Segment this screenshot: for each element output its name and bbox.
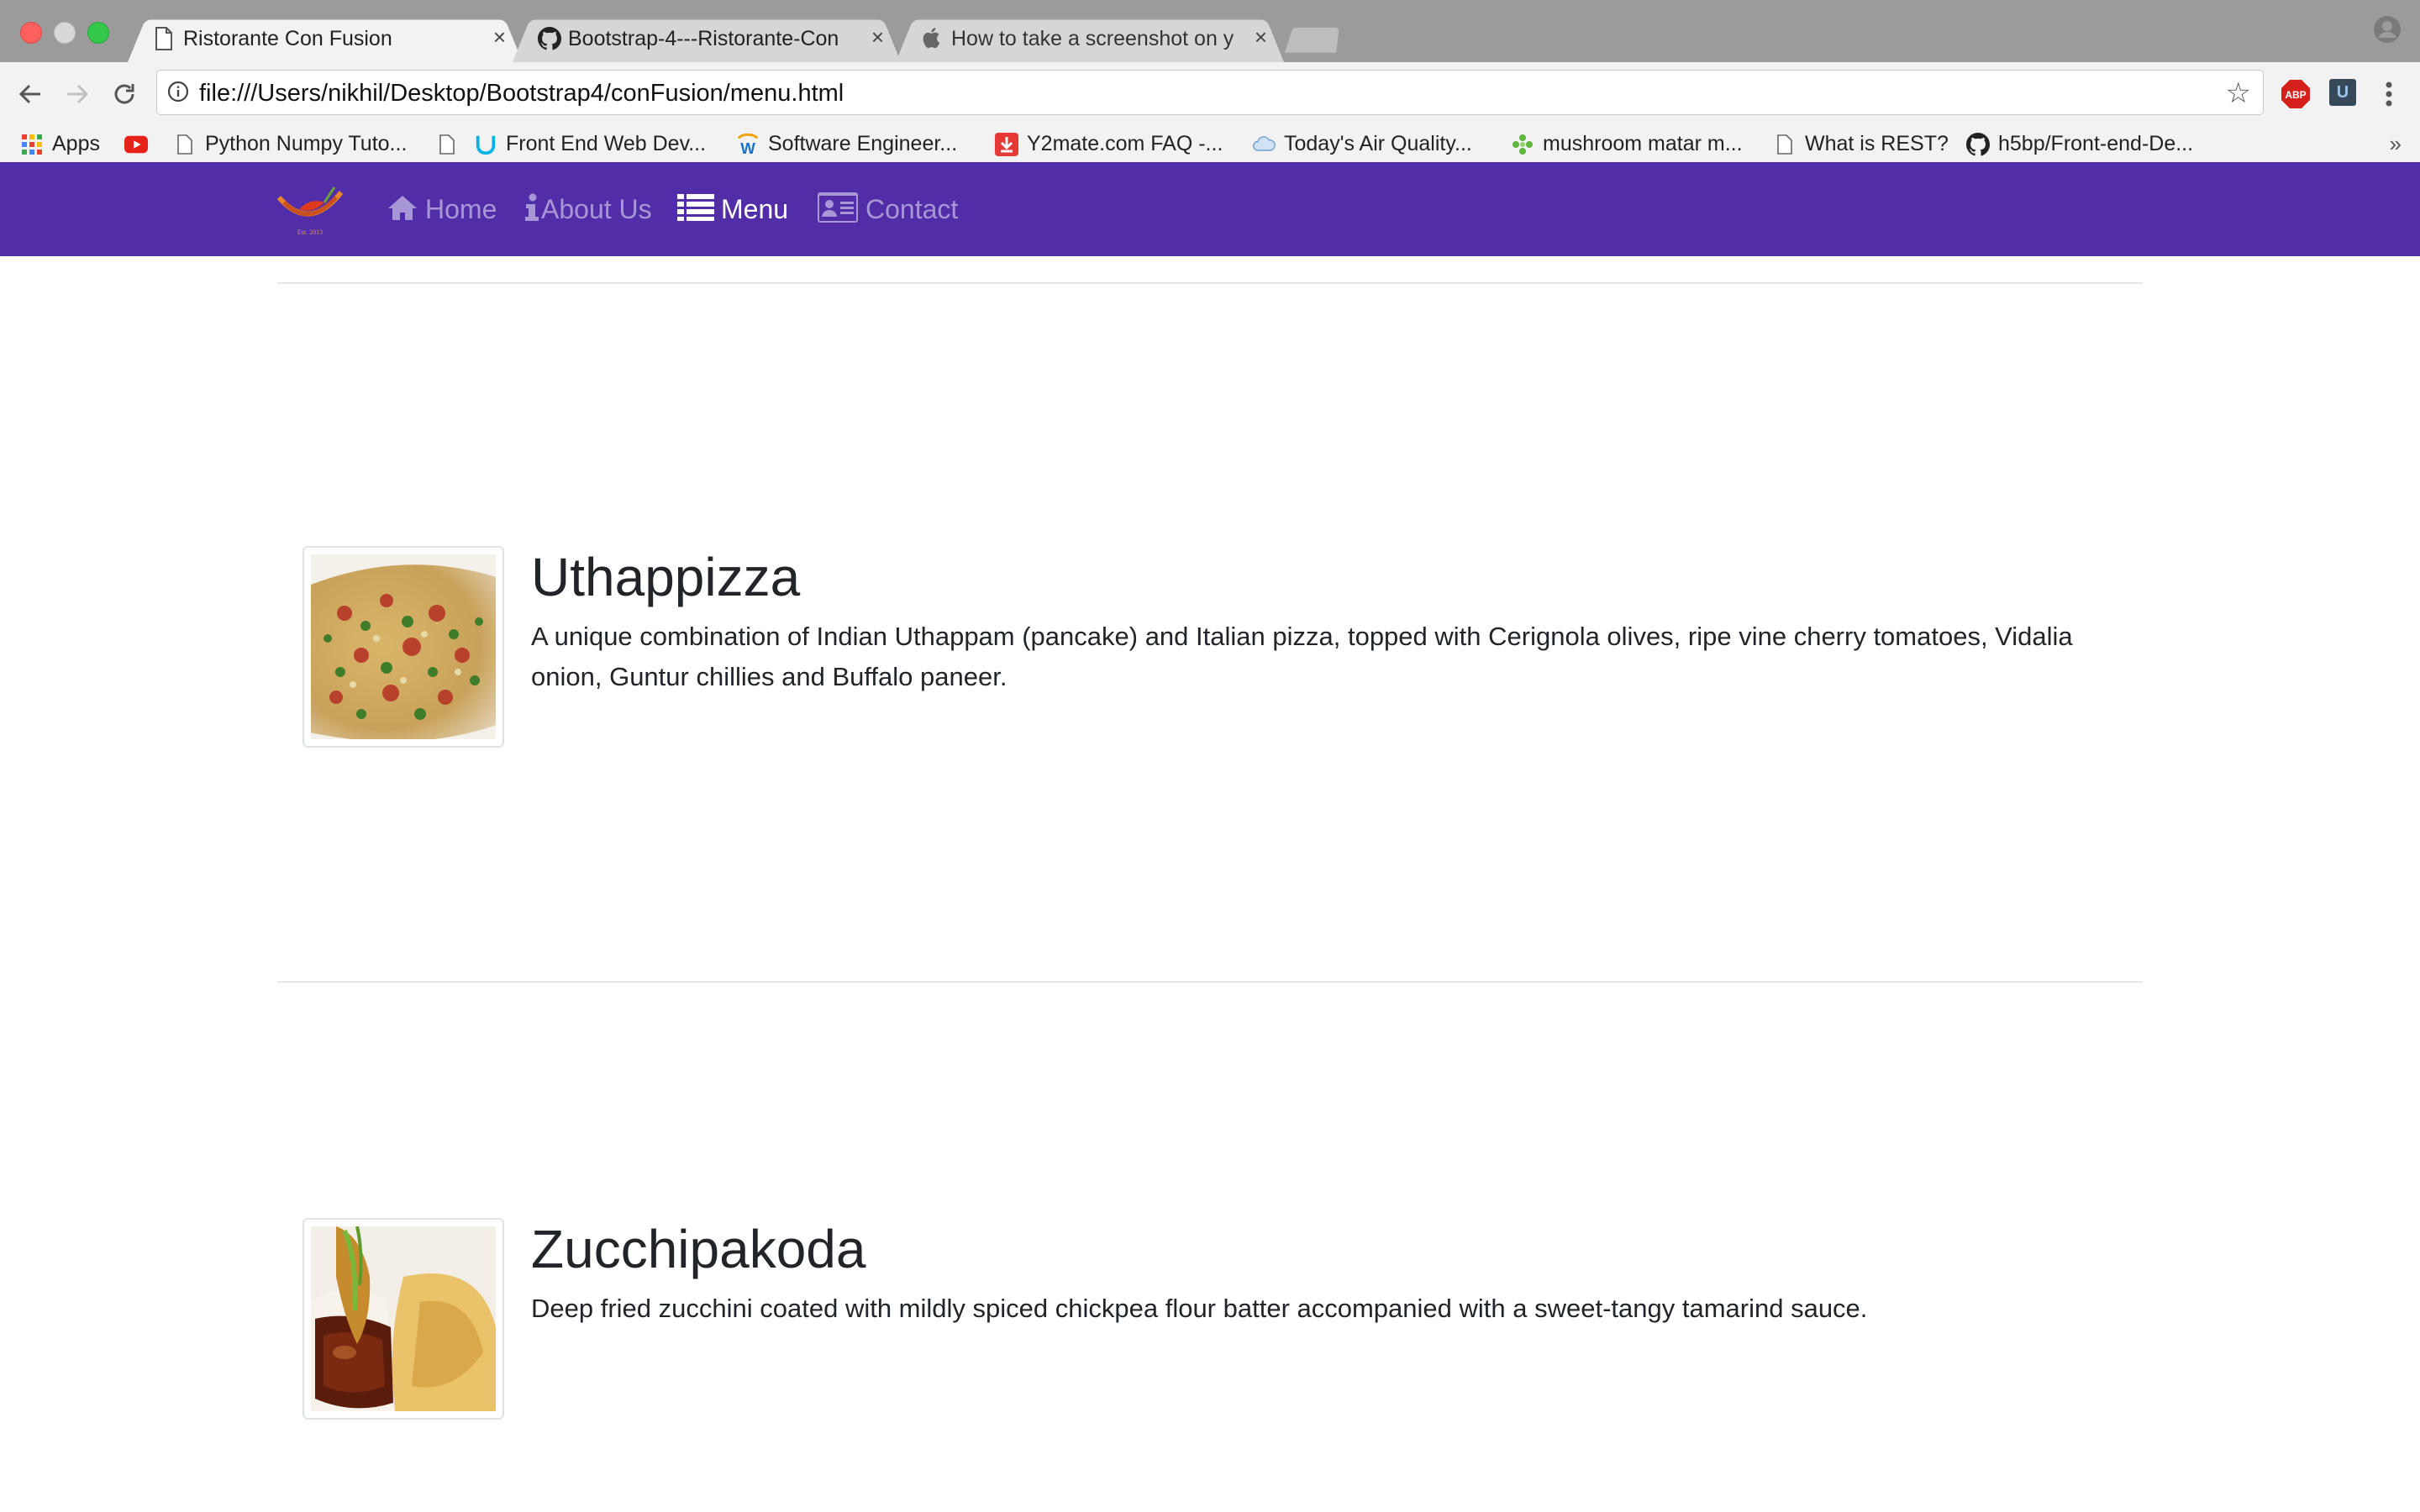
chrome-menu-icon[interactable] — [2378, 77, 2400, 111]
address-card-icon — [817, 192, 859, 228]
bookmark-label: Python Numpy Tuto... — [205, 132, 408, 155]
nav-label: About Us — [541, 194, 652, 224]
menu-item: Zucchipakoda Deep fried zucchini coated … — [302, 1218, 2151, 1436]
w-logo-icon: W — [736, 133, 760, 156]
github-icon — [1966, 132, 1990, 156]
info-circle-icon[interactable] — [167, 81, 189, 102]
reload-icon[interactable] — [106, 76, 143, 113]
info-icon — [524, 193, 539, 226]
apple-icon — [921, 27, 943, 50]
zucchini-fritter-image — [302, 1218, 504, 1420]
bookmark-item[interactable]: Python Numpy Tuto... — [173, 126, 407, 162]
tab-title: Bootstrap-4---Ristorante-Con — [568, 27, 839, 50]
leaf-icon — [1511, 133, 1534, 156]
back-arrow-icon[interactable] — [12, 76, 49, 113]
nav-contact[interactable]: Contact — [817, 162, 958, 256]
bookmark-label: Y2mate.com FAQ -... — [1027, 132, 1223, 155]
logo-caption: Est. 2013 — [297, 228, 323, 236]
page-icon — [1773, 133, 1797, 156]
nav-label: Home — [425, 194, 497, 224]
bookmark-label: Today's Air Quality... — [1284, 132, 1472, 155]
url-text[interactable]: file:///Users/nikhil/Desktop/Bootstrap4/… — [199, 79, 844, 108]
nav-about-us[interactable]: About Us — [524, 162, 652, 256]
nav-label: Menu — [721, 194, 789, 224]
extension-icon[interactable]: U — [2329, 79, 2356, 106]
dish-description: A unique combination of Indian Uthappam … — [531, 622, 2073, 691]
nav-home[interactable]: Home — [387, 162, 497, 256]
window-close-button[interactable] — [20, 22, 42, 44]
forward-arrow-icon[interactable] — [59, 76, 96, 113]
browser-toolbar: file:///Users/nikhil/Desktop/Bootstrap4/… — [0, 62, 2420, 126]
bookmarks-overflow-icon[interactable]: » — [2390, 131, 2402, 157]
bookmark-item[interactable] — [435, 126, 467, 162]
youtube-icon — [124, 133, 148, 156]
bookmark-label: What is REST? — [1805, 132, 1949, 155]
window-maximize-button[interactable] — [87, 22, 109, 44]
bookmark-label: mushroom matar m... — [1543, 132, 1743, 155]
profile-icon[interactable] — [2373, 15, 2402, 44]
bookmark-star-icon[interactable]: ☆ — [2226, 79, 2251, 108]
list-icon — [677, 193, 714, 226]
cloud-icon — [1252, 133, 1276, 156]
page-icon — [153, 27, 175, 50]
bookmark-item[interactable]: mushroom matar m... — [1511, 126, 1743, 162]
bookmarks-bar: Apps Python Numpy Tuto... Front End Web … — [0, 126, 2420, 163]
browser-tab-strip: Ristorante Con Fusion × Bootstrap-4---Ri… — [0, 0, 2420, 62]
bookmark-item[interactable]: Today's Air Quality... — [1252, 126, 1472, 162]
bookmark-apps[interactable]: Apps — [20, 126, 100, 162]
section-divider — [277, 282, 2143, 284]
bookmark-item[interactable]: Y2mate.com FAQ -... — [995, 126, 1223, 162]
pizza-image — [302, 546, 504, 748]
tab-close-icon[interactable]: × — [493, 25, 506, 49]
dish-description: Deep fried zucchini coated with mildly s… — [531, 1294, 1868, 1323]
window-minimize-button[interactable] — [54, 22, 76, 44]
tab-close-icon[interactable]: × — [871, 25, 884, 49]
bookmark-label: h5bp/Front-end-De... — [1998, 132, 2194, 155]
udacity-icon — [474, 133, 497, 156]
apps-grid-icon — [20, 133, 44, 156]
dish-name: Zucchipakoda — [531, 1219, 866, 1279]
bookmark-item[interactable]: Front End Web Dev... — [474, 126, 706, 162]
bookmark-label: Apps — [52, 132, 100, 155]
tab-close-icon[interactable]: × — [1255, 25, 1267, 49]
download-icon — [995, 132, 1018, 156]
abp-label: ABP — [2285, 89, 2306, 101]
browser-tab[interactable]: How to take a screenshot on y × — [896, 15, 1284, 62]
restaurant-logo[interactable]: Est. 2013 — [276, 181, 345, 238]
nav-label: Contact — [865, 194, 959, 224]
adblock-plus-icon[interactable]: ABP — [2281, 79, 2311, 109]
bookmark-youtube[interactable] — [124, 126, 156, 162]
bookmark-item[interactable]: h5bp/Front-end-De... — [1966, 126, 2193, 162]
new-tab-button[interactable] — [1285, 27, 1339, 53]
section-divider — [277, 981, 2143, 983]
bookmark-item[interactable]: W Software Engineer... — [736, 126, 957, 162]
address-bar[interactable]: file:///Users/nikhil/Desktop/Bootstrap4/… — [156, 70, 2264, 115]
page-icon — [435, 133, 459, 156]
menu-item: Uthappizza A unique combination of India… — [302, 546, 2151, 764]
bookmark-label: Front End Web Dev... — [506, 132, 707, 155]
svg-text:W: W — [740, 139, 755, 156]
bookmark-label: Software Engineer... — [768, 132, 958, 155]
tab-title: How to take a screenshot on y — [951, 27, 1234, 50]
tab-title: Ristorante Con Fusion — [183, 27, 392, 50]
bookmark-item[interactable]: What is REST? — [1773, 126, 1949, 162]
home-icon — [387, 193, 418, 226]
browser-tab[interactable]: Bootstrap-4---Ristorante-Con × — [513, 15, 901, 62]
github-icon — [538, 27, 562, 50]
site-navbar: Est. 2013 Home About Us Menu Contact — [0, 162, 2420, 256]
nav-menu[interactable]: Menu — [677, 162, 788, 256]
dish-name: Uthappizza — [531, 547, 801, 607]
browser-tab[interactable]: Ristorante Con Fusion × — [128, 15, 523, 62]
page-icon — [173, 133, 197, 156]
